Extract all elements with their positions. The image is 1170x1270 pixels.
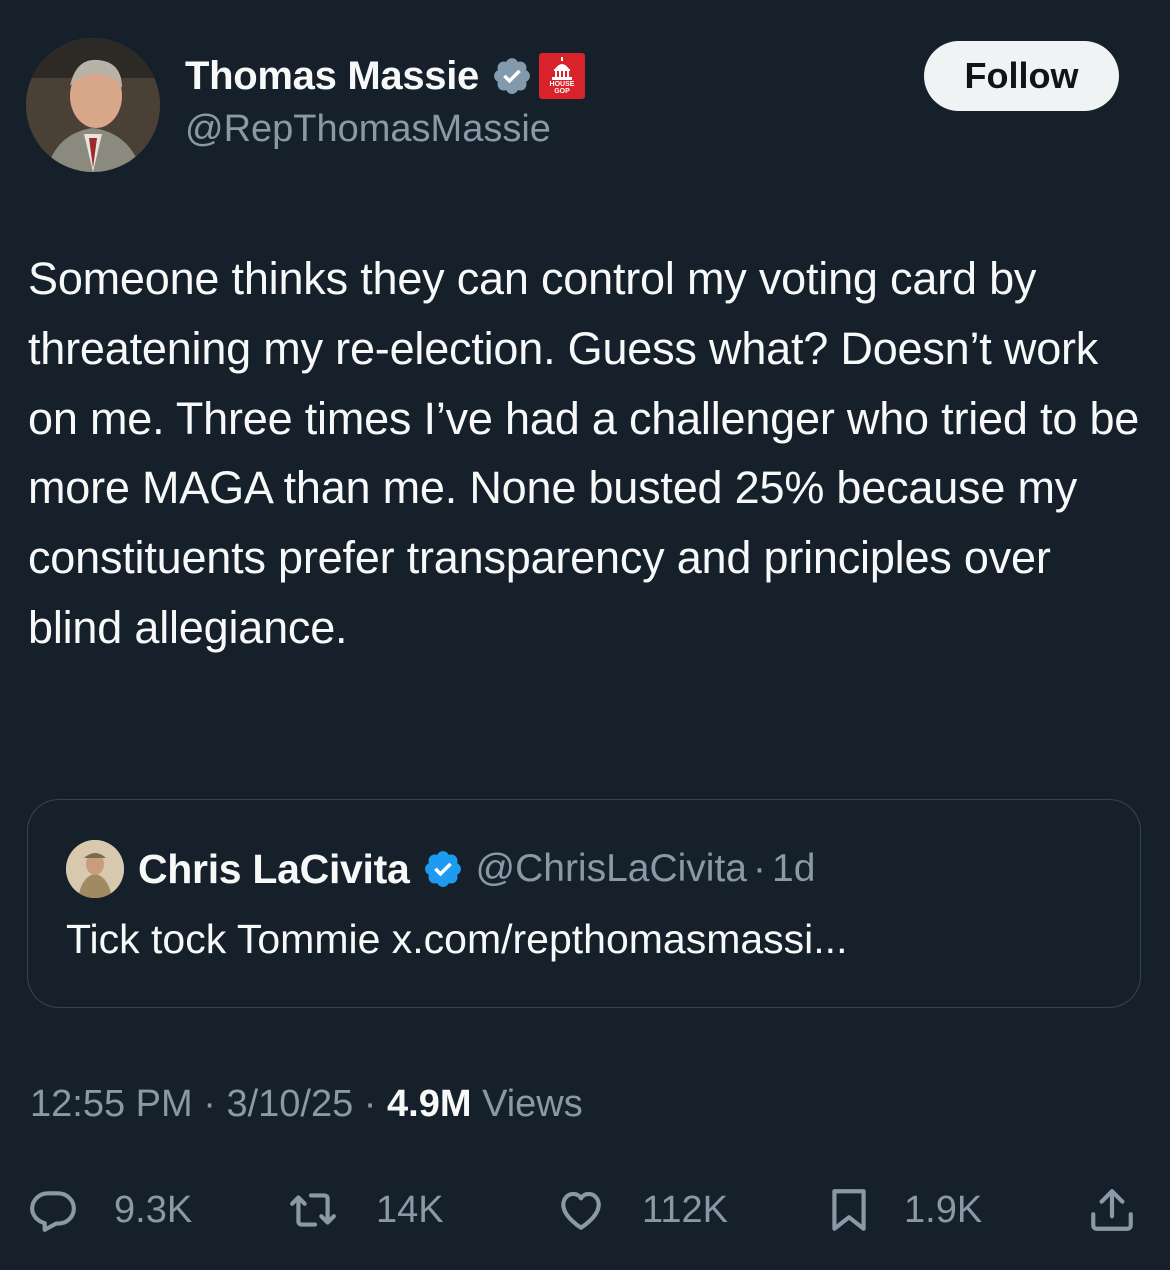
repost-button[interactable]: 14K [288,1175,444,1245]
bookmark-icon [832,1189,866,1231]
heart-icon [561,1191,601,1230]
tweet-time[interactable]: 12:55 PM [30,1083,193,1125]
author-name-row: Thomas Massie HOUSE GOP [185,50,585,102]
quoted-avatar[interactable] [66,840,124,898]
author-handle[interactable]: @RepThomasMassie [185,108,551,151]
quoted-name[interactable]: Chris LaCivita [138,846,410,893]
follow-button[interactable]: Follow [924,41,1119,111]
gop-badge-top-text: HOUSE [549,81,575,88]
gop-badge-bottom-text: GOP [554,88,570,95]
bookmark-button[interactable]: 1.9K [824,1175,982,1245]
meta-separator: · [203,1083,216,1125]
quoted-time[interactable]: 1d [772,847,815,891]
views-count: 4.9M [387,1083,472,1125]
capitol-dome-icon [552,57,572,80]
gop-affiliation-icon[interactable]: HOUSE GOP [539,53,585,99]
like-count: 112K [642,1188,728,1231]
reply-count: 9.3K [114,1188,193,1231]
quoted-header: Chris LaCivita @ChrisLaCivita · 1d [138,844,815,894]
repost-icon [290,1193,336,1227]
author-name[interactable]: Thomas Massie [185,54,479,99]
tweet-text: Someone thinks they can control my votin… [28,253,1140,653]
like-button[interactable]: 112K [556,1175,728,1245]
tweet-date[interactable]: 3/10/25 [226,1083,353,1125]
quoted-text: Tick tock Tommie x.com/repthomasmassi... [66,916,848,962]
views-label: Views [482,1083,583,1125]
repost-count: 14K [376,1188,444,1231]
verified-badge-icon[interactable] [491,55,533,97]
author-avatar-image [26,38,160,172]
quoted-handle[interactable]: @ChrisLaCivita [476,847,748,891]
share-icon [1091,1189,1133,1231]
quoted-tweet[interactable]: Chris LaCivita @ChrisLaCivita · 1d Tick … [27,799,1141,1008]
quoted-separator: · [753,847,766,890]
share-button[interactable] [1087,1175,1137,1245]
author-avatar[interactable] [26,38,160,172]
meta-separator: · [363,1083,377,1125]
reply-icon [30,1191,76,1232]
reply-button[interactable]: 9.3K [28,1175,192,1245]
tweet-meta: 12:55 PM · 3/10/25 · 4.9M Views [30,1083,583,1126]
quoted-verified-badge-icon[interactable] [422,848,464,890]
quoted-avatar-image [66,840,124,898]
bookmark-count: 1.9K [904,1188,983,1231]
action-bar: 9.3K 14K 112K 1.9K [0,1175,1170,1245]
